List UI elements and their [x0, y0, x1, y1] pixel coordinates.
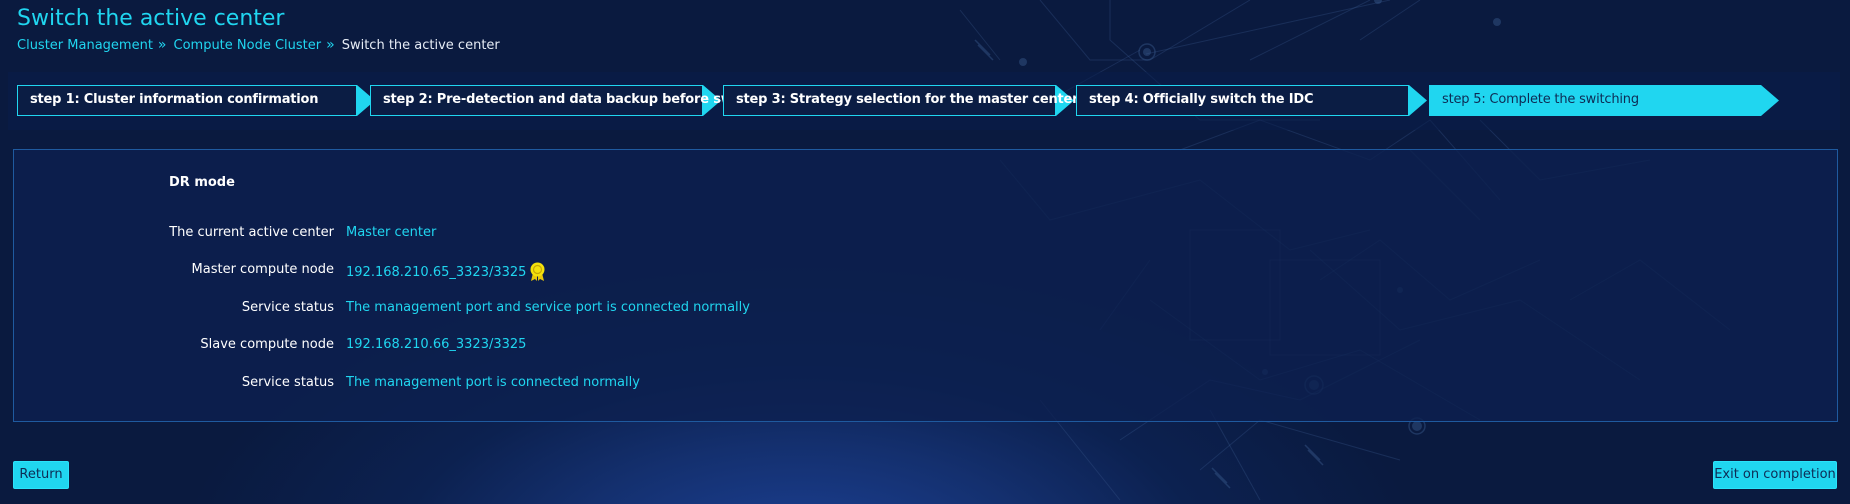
info-row-active-center: The current active center Master center — [14, 225, 914, 245]
info-label: Master compute node — [191, 262, 334, 277]
info-label: The current active center — [169, 225, 334, 240]
info-value: The management port is connected normall… — [346, 375, 640, 390]
breadcrumb-separator: » — [157, 37, 167, 53]
step-4: step 4: Officially switch the IDC — [1076, 85, 1436, 116]
step-1: step 1: Cluster information confirmation — [17, 85, 377, 116]
page-title: Switch the active center — [17, 6, 285, 31]
master-badge-icon — [530, 262, 545, 281]
section-title: DR mode — [169, 175, 235, 190]
info-row-master-status: Service status The management port and s… — [14, 300, 914, 320]
step-5: step 5: Complete the switching — [1429, 85, 1789, 116]
info-row-master-node: Master compute node 192.168.210.65_3323/… — [14, 262, 914, 282]
step-3-label: step 3: Strategy selection for the maste… — [736, 92, 1079, 107]
breadcrumb-compute-node-cluster[interactable]: Compute Node Cluster — [174, 38, 322, 53]
breadcrumb-separator: » — [326, 37, 335, 53]
breadcrumb-current: Switch the active center — [341, 37, 500, 53]
return-button[interactable]: Return — [13, 461, 69, 489]
info-value: 192.168.210.66_3323/3325 — [346, 337, 527, 352]
step-2-label: step 2: Pre-detection and data backup be… — [383, 92, 782, 107]
info-value: Master center — [346, 225, 437, 240]
step-5-label: step 5: Complete the switching — [1442, 92, 1639, 107]
info-label: Slave compute node — [200, 337, 334, 352]
breadcrumb: Cluster Management » Compute Node Cluste… — [17, 37, 500, 53]
info-label: Service status — [241, 300, 334, 315]
info-label: Service status — [241, 375, 334, 390]
step-1-label: step 1: Cluster information confirmation — [30, 92, 319, 107]
info-panel: DR mode The current active center Master… — [13, 149, 1838, 422]
info-value: The management port and service port is … — [346, 300, 750, 315]
step-3: step 3: Strategy selection for the maste… — [723, 85, 1083, 116]
step-4-label: step 4: Officially switch the IDC — [1089, 92, 1314, 107]
master-node-address: 192.168.210.65_3323/3325 — [346, 264, 527, 280]
step-progress-bar: step 1: Cluster information confirmation… — [8, 72, 1840, 130]
exit-on-completion-button[interactable]: Exit on completion — [1713, 461, 1837, 489]
info-row-slave-node: Slave compute node 192.168.210.66_3323/3… — [14, 337, 914, 357]
step-2: step 2: Pre-detection and data backup be… — [370, 85, 782, 116]
info-value: 192.168.210.65_3323/3325 — [346, 262, 546, 282]
info-row-slave-status: Service status The management port is co… — [14, 375, 914, 395]
breadcrumb-cluster-management[interactable]: Cluster Management — [17, 38, 153, 53]
